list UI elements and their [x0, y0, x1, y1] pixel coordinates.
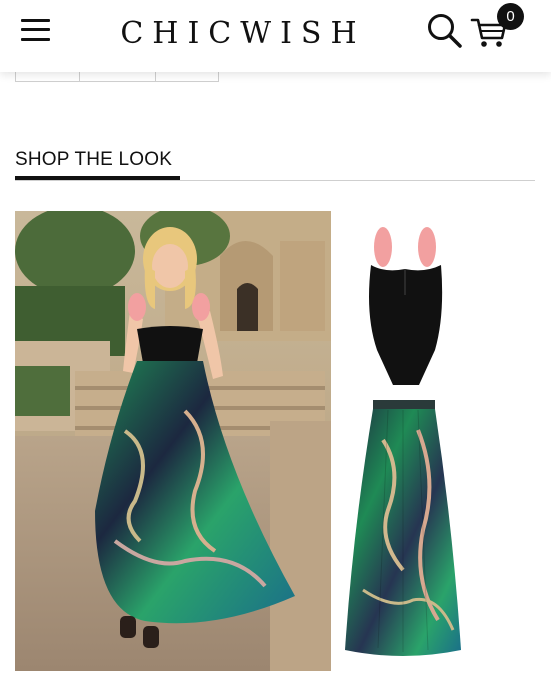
product-swimsuit[interactable] [355, 225, 455, 390]
hamburger-menu-icon[interactable] [21, 18, 51, 42]
site-logo[interactable]: CHICWISH [108, 14, 378, 54]
look-photo[interactable] [15, 211, 331, 671]
cart-count-badge[interactable]: 0 [497, 3, 524, 30]
search-icon[interactable] [426, 12, 464, 52]
site-header: CHICWISH 0 [0, 0, 551, 72]
product-maxi-skirt[interactable] [343, 400, 463, 660]
section-divider [15, 180, 535, 181]
section-title: SHOP THE LOOK [15, 149, 173, 170]
